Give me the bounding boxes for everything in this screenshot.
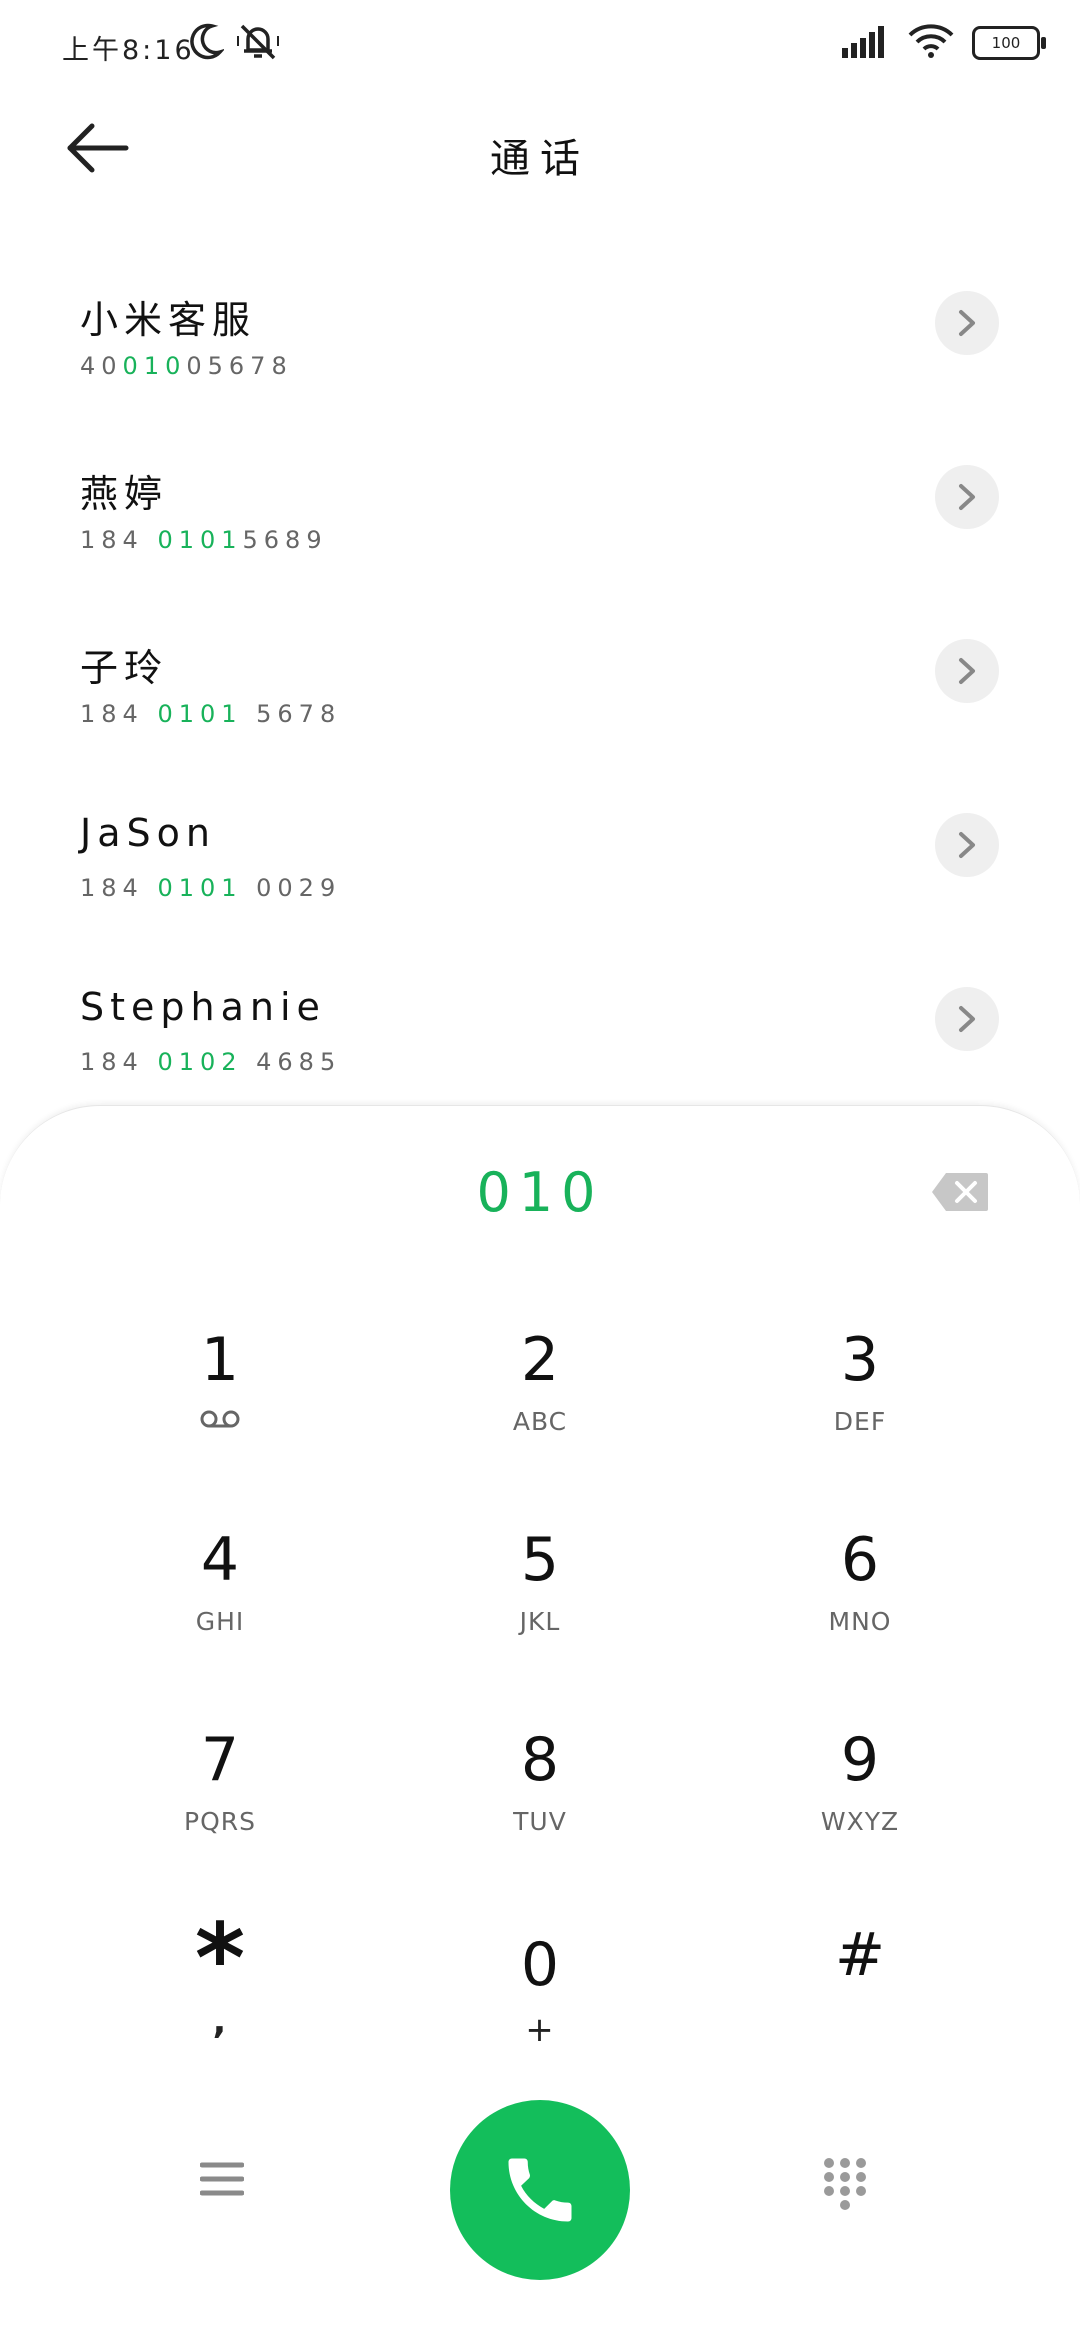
delete-button[interactable] xyxy=(930,1171,990,1213)
contact-detail-button[interactable] xyxy=(935,291,999,355)
contact-name: 燕婷 xyxy=(80,472,169,516)
key-digit: 1 xyxy=(200,1325,240,1395)
contact-number: 184 0101 0029 xyxy=(80,874,342,902)
key-digit: 4 xyxy=(200,1525,240,1595)
chevron-right-icon xyxy=(959,310,975,336)
key-letters: ABC xyxy=(512,1407,568,1436)
contact-detail-button[interactable] xyxy=(935,639,999,703)
contact-number: 184 0101 5678 xyxy=(80,700,342,728)
call-button[interactable] xyxy=(450,2100,630,2280)
wifi-icon xyxy=(908,24,954,62)
key-6[interactable]: 6 MNO xyxy=(740,1521,980,1671)
key-digit: # xyxy=(834,1920,886,1990)
chevron-right-icon xyxy=(959,1006,975,1032)
contact-name: 小米客服 xyxy=(80,298,257,342)
key-1[interactable]: 1 xyxy=(100,1321,340,1471)
dialpad-icon xyxy=(824,2158,866,2210)
page-title: 通话 xyxy=(490,136,590,182)
contact-name: Stephanie xyxy=(80,985,326,1029)
contact-number: 4001005678 xyxy=(80,352,293,380)
menu-button[interactable] xyxy=(199,2160,260,2220)
key-digit: 6 xyxy=(840,1525,880,1595)
signal-icon xyxy=(840,24,890,62)
key-letters: DEF xyxy=(833,1407,887,1436)
key-digit: 3 xyxy=(840,1325,880,1395)
status-bar: 上午8:16 100 xyxy=(0,0,1080,95)
key-letters: TUV xyxy=(513,1807,567,1836)
key-3[interactable]: 3 DEF xyxy=(740,1321,980,1471)
moon-icon xyxy=(188,22,226,66)
contact-item[interactable]: 燕婷 184 01015689 xyxy=(0,429,1080,603)
key-7[interactable]: 7 PQRS xyxy=(100,1721,340,1871)
contact-list: 小米客服 4001005678 燕婷 184 01015689 子玲 184 0… xyxy=(0,255,1080,1125)
phone-icon xyxy=(508,2158,572,2222)
key-letters: MNO xyxy=(828,1607,892,1636)
key-digit: * xyxy=(194,1903,246,2015)
contact-item[interactable]: Stephanie 184 0102 4685 xyxy=(0,951,1080,1125)
contact-item[interactable]: JaSon 184 0101 0029 xyxy=(0,777,1080,951)
battery-indicator: 100 xyxy=(972,26,1046,60)
dial-input-display[interactable]: 010 xyxy=(0,1161,1080,1224)
contact-number: 184 0102 4685 xyxy=(80,1048,342,1076)
key-digit: 2 xyxy=(520,1325,560,1395)
contact-detail-button[interactable] xyxy=(935,813,999,877)
key-digit: 8 xyxy=(520,1725,560,1795)
key-9[interactable]: 9 WXYZ xyxy=(740,1721,980,1871)
key-digit: 9 xyxy=(840,1725,880,1795)
hamburger-menu-icon xyxy=(199,2162,245,2196)
contact-number: 184 01015689 xyxy=(80,526,328,554)
backspace-icon xyxy=(932,1173,988,1211)
key-letters: WXYZ xyxy=(820,1807,900,1836)
key-hash[interactable]: # xyxy=(740,1916,980,2066)
keypad-toggle-button[interactable] xyxy=(820,2155,880,2225)
key-digit: 5 xyxy=(520,1525,560,1595)
chevron-right-icon xyxy=(959,658,975,684)
contact-detail-button[interactable] xyxy=(935,987,999,1051)
chevron-right-icon xyxy=(959,832,975,858)
key-digit: 7 xyxy=(200,1725,240,1795)
mute-bell-icon xyxy=(236,22,280,66)
key-8[interactable]: 8 TUV xyxy=(420,1721,660,1871)
status-time: 上午8:16 xyxy=(62,35,195,66)
key-letters: JKL xyxy=(519,1607,561,1636)
key-letters: PQRS xyxy=(184,1807,256,1836)
contact-detail-button[interactable] xyxy=(935,465,999,529)
key-star[interactable]: * , xyxy=(100,1911,340,2061)
contact-item[interactable]: 小米客服 4001005678 xyxy=(0,255,1080,429)
key-2[interactable]: 2 ABC xyxy=(420,1321,660,1471)
contact-name: JaSon xyxy=(80,811,216,855)
header: 通话 xyxy=(0,100,1080,210)
chevron-right-icon xyxy=(959,484,975,510)
key-5[interactable]: 5 JKL xyxy=(420,1521,660,1671)
voicemail-icon xyxy=(100,1407,340,1436)
key-letters: + xyxy=(525,2010,555,2050)
key-letters: GHI xyxy=(195,1607,245,1636)
contact-item[interactable]: 子玲 184 0101 5678 xyxy=(0,603,1080,777)
key-letters: , xyxy=(212,2001,228,2042)
key-digit: 0 xyxy=(520,1930,560,2000)
key-4[interactable]: 4 GHI xyxy=(100,1521,340,1671)
key-0[interactable]: 0 + xyxy=(420,1926,660,2076)
bottom-action-bar xyxy=(0,2100,1080,2280)
contact-name: 子玲 xyxy=(80,646,169,690)
